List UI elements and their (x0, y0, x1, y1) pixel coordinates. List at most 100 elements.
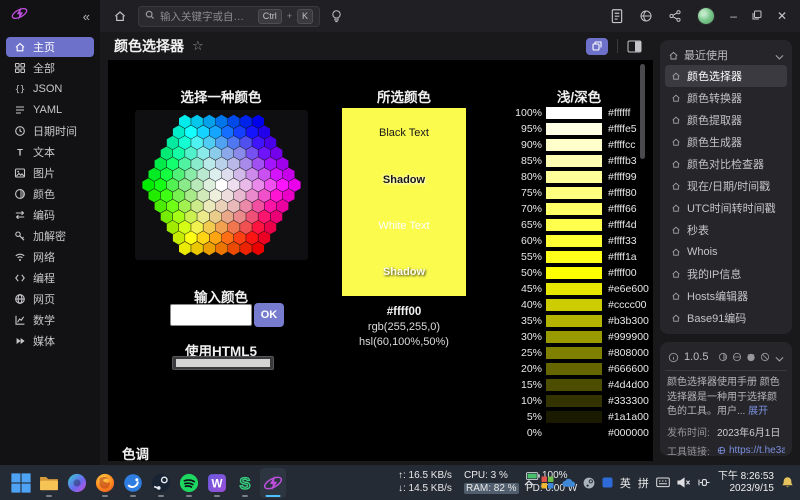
he3-app-icon[interactable] (260, 468, 286, 498)
palette-hex-swatch[interactable] (185, 168, 197, 182)
palette-hex-swatch[interactable] (216, 242, 228, 256)
palette-hex-swatch[interactable] (191, 221, 203, 235)
ime-pinyin-indicator[interactable]: 拼 (638, 475, 649, 491)
palette-hex-swatch[interactable] (216, 157, 228, 171)
app-blue-icon[interactable] (120, 468, 146, 498)
palette-hex-swatch[interactable] (222, 168, 234, 182)
palette-hex-swatch[interactable] (173, 210, 185, 224)
app-s-icon[interactable]: S (232, 468, 258, 498)
share-icon[interactable] (668, 9, 682, 23)
palette-hex-swatch[interactable] (252, 242, 264, 256)
shade-swatch[interactable] (546, 379, 602, 392)
clipboard-icon[interactable] (610, 9, 624, 23)
palette-hex-swatch[interactable] (222, 125, 234, 138)
tray-expand-icon[interactable] (524, 480, 534, 486)
shade-swatch[interactable] (546, 155, 602, 168)
palette-hex-swatch[interactable] (265, 221, 277, 235)
palette-hex-swatch[interactable] (234, 168, 246, 182)
recent-item[interactable]: 现在/日期/时间戳 (665, 175, 787, 197)
shade-swatch[interactable] (546, 219, 602, 232)
recent-item[interactable]: Base91编码 (665, 307, 787, 329)
sidebar-item-key[interactable]: 加解密 (6, 226, 94, 246)
palette-hex-swatch[interactable] (283, 168, 295, 182)
palette-hex-swatch[interactable] (246, 125, 258, 138)
palette-hex-swatch[interactable] (191, 199, 203, 213)
palette-hex-swatch[interactable] (210, 125, 222, 138)
sidebar-item-media[interactable]: 媒体 (6, 331, 94, 351)
recent-item[interactable]: 颜色对比检查器 (665, 153, 787, 175)
compare-mode-button[interactable] (586, 38, 608, 55)
palette-hex-swatch[interactable] (185, 147, 197, 161)
palette-hex-swatch[interactable] (265, 178, 277, 192)
recent-item[interactable]: UTC时间转时间戳 (665, 197, 787, 219)
palette-hex-swatch[interactable] (246, 168, 258, 182)
palette-hex-swatch[interactable] (289, 178, 301, 192)
palette-hex-swatch[interactable] (173, 231, 185, 245)
app-tray-icon[interactable] (602, 477, 613, 488)
palette-hex-swatch[interactable] (167, 157, 179, 171)
shade-swatch[interactable] (546, 283, 602, 296)
sidebar-item-image[interactable]: 图片 (6, 163, 94, 183)
spotify-icon[interactable] (176, 468, 202, 498)
onedrive-tray-icon[interactable] (561, 478, 576, 488)
touch-keyboard-icon[interactable] (656, 477, 670, 488)
sidebar-item-encode[interactable]: 编码 (6, 205, 94, 225)
sidebar-item-yaml[interactable]: YAML (6, 100, 94, 120)
palette-hex-swatch[interactable] (203, 157, 215, 171)
palette-hex-swatch[interactable] (179, 136, 191, 150)
palette-hex-swatch[interactable] (222, 231, 234, 245)
palette-hex-swatch[interactable] (265, 199, 277, 213)
palette-hex-swatch[interactable] (228, 221, 240, 235)
window-minimize-button[interactable]: – (730, 10, 737, 22)
palette-hex-swatch[interactable] (258, 125, 270, 138)
palette-hex-swatch[interactable] (240, 115, 252, 129)
user-avatar[interactable] (697, 7, 715, 25)
about-row-value[interactable]: https://t.he3app.co... (717, 445, 785, 456)
sidebar-item-code[interactable]: 编程 (6, 268, 94, 288)
shade-swatch[interactable] (546, 347, 602, 360)
palette-hex-swatch[interactable] (173, 168, 185, 182)
firefox-icon[interactable] (92, 468, 118, 498)
palette-hex-swatch[interactable] (252, 221, 264, 235)
sidebar-item-color[interactable]: 颜色 (6, 184, 94, 204)
palette-hex-swatch[interactable] (246, 189, 258, 203)
sidebar-item-globe[interactable]: 网页 (6, 289, 94, 309)
palette-hex-swatch[interactable] (216, 136, 228, 150)
content-scrollbar[interactable] (640, 64, 645, 159)
shade-swatch[interactable] (546, 427, 602, 440)
palette-hex-swatch[interactable] (191, 178, 203, 192)
palette-hex-swatch[interactable] (179, 178, 191, 192)
expand-link[interactable]: 展开 (748, 406, 768, 417)
palette-hex-swatch[interactable] (167, 221, 179, 235)
palette-hex-swatch[interactable] (203, 242, 215, 256)
palette-hex-swatch[interactable] (216, 115, 228, 129)
photos-tray-icon[interactable] (541, 476, 554, 489)
palette-hex-swatch[interactable] (203, 115, 215, 129)
palette-hex-swatch[interactable] (228, 115, 240, 129)
palette-hex-swatch[interactable] (197, 231, 209, 245)
recent-item[interactable]: Whois (665, 241, 787, 263)
palette-hex-swatch[interactable] (210, 147, 222, 161)
palette-hex-swatch[interactable] (161, 147, 173, 161)
palette-hex-swatch[interactable] (197, 210, 209, 224)
palette-hex-swatch[interactable] (179, 115, 191, 129)
recent-item[interactable]: 颜色转换器 (665, 87, 787, 109)
palette-hex-swatch[interactable] (222, 210, 234, 224)
palette-hex-swatch[interactable] (179, 199, 191, 213)
palette-hex-swatch[interactable] (265, 136, 277, 150)
palette-hex-swatch[interactable] (197, 125, 209, 138)
palette-hex-swatch[interactable] (203, 221, 215, 235)
recent-item[interactable]: 秒表 (665, 219, 787, 241)
palette-hex-swatch[interactable] (228, 178, 240, 192)
shade-swatch[interactable] (546, 363, 602, 376)
panel-toggle-icon[interactable] (627, 40, 642, 53)
lightbulb-icon[interactable] (330, 9, 343, 23)
shade-swatch[interactable] (546, 411, 602, 424)
palette-hex-swatch[interactable] (179, 221, 191, 235)
search-input[interactable]: 输入关键字或自然语言进... Ctrl + K (138, 6, 320, 27)
palette-hex-swatch[interactable] (216, 178, 228, 192)
palette-hex-swatch[interactable] (271, 168, 283, 182)
favorite-star-icon[interactable]: ☆ (192, 38, 204, 54)
sidebar-item-text[interactable]: T文本 (6, 142, 94, 162)
sidebar-item-clock[interactable]: 日期时间 (6, 121, 94, 141)
